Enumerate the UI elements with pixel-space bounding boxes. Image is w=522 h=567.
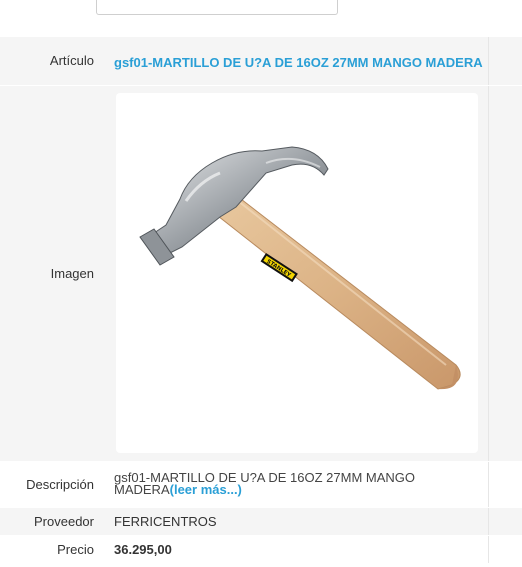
row-description: Descripción gsf01-MARTILLO DE U?A DE 16O… (0, 461, 522, 508)
article-label: Artículo (0, 37, 102, 86)
top-strip (0, 0, 522, 30)
read-more-link[interactable]: (leer más...) (170, 482, 242, 497)
hammer-icon: STANLEY (139, 146, 461, 390)
row-supplier: Proveedor FERRICENTROS (0, 507, 522, 536)
article-title-link[interactable]: gsf01-MARTILLO DE U?A DE 16OZ 27MM MANGO… (114, 52, 488, 69)
description-text: gsf01-MARTILLO DE U?A DE 16OZ 27MM MANGO… (114, 470, 416, 497)
description-label: Descripción (0, 461, 102, 508)
row-image: Imagen STANLEY (0, 85, 522, 462)
row-article: Artículo gsf01-MARTILLO DE U?A DE 16OZ 2… (0, 37, 522, 86)
image-label: Imagen (0, 85, 102, 462)
search-field[interactable] (96, 0, 338, 15)
row-price: Precio 36.295,00 (0, 535, 522, 564)
product-image[interactable]: STANLEY (116, 93, 478, 453)
supplier-value: FERRICENTROS (102, 507, 488, 536)
supplier-label: Proveedor (0, 507, 102, 536)
price-label: Precio (0, 535, 102, 564)
price-value: 36.295,00 (102, 535, 488, 564)
product-detail-table: Artículo gsf01-MARTILLO DE U?A DE 16OZ 2… (0, 37, 522, 564)
